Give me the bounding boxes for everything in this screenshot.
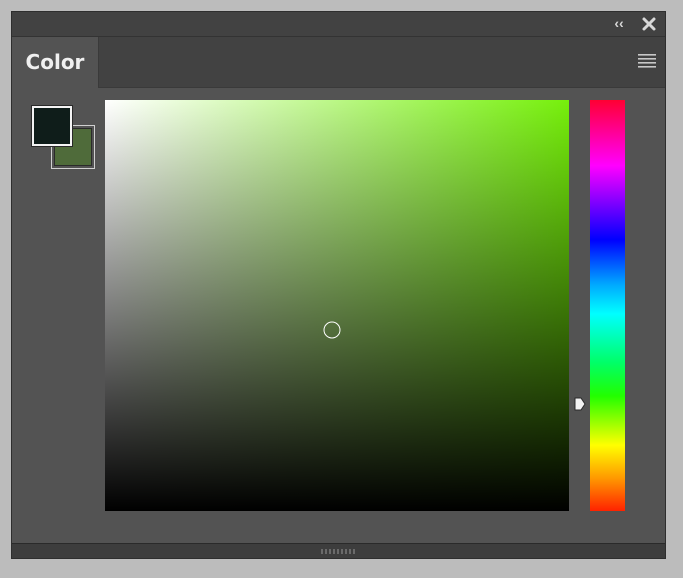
tab-color[interactable]: Color bbox=[12, 37, 99, 88]
hue-slider[interactable] bbox=[590, 100, 625, 511]
resize-grip-icon[interactable] bbox=[321, 549, 355, 554]
close-icon[interactable] bbox=[641, 16, 657, 32]
color-picker-cursor[interactable] bbox=[323, 321, 341, 339]
saturation-brightness-field[interactable] bbox=[105, 100, 569, 511]
hue-slider-handle[interactable] bbox=[574, 397, 586, 411]
hamburger-menu-icon[interactable] bbox=[638, 54, 656, 68]
panel-bottom-bar bbox=[12, 543, 665, 558]
panel-title-bar[interactable]: ‹‹ bbox=[12, 12, 665, 37]
color-panel: ‹‹ Color bbox=[11, 11, 666, 559]
collapse-panel-icon[interactable]: ‹‹ bbox=[611, 15, 627, 31]
panel-tab-bar: Color bbox=[12, 37, 665, 88]
foreground-color-swatch[interactable] bbox=[32, 106, 72, 146]
